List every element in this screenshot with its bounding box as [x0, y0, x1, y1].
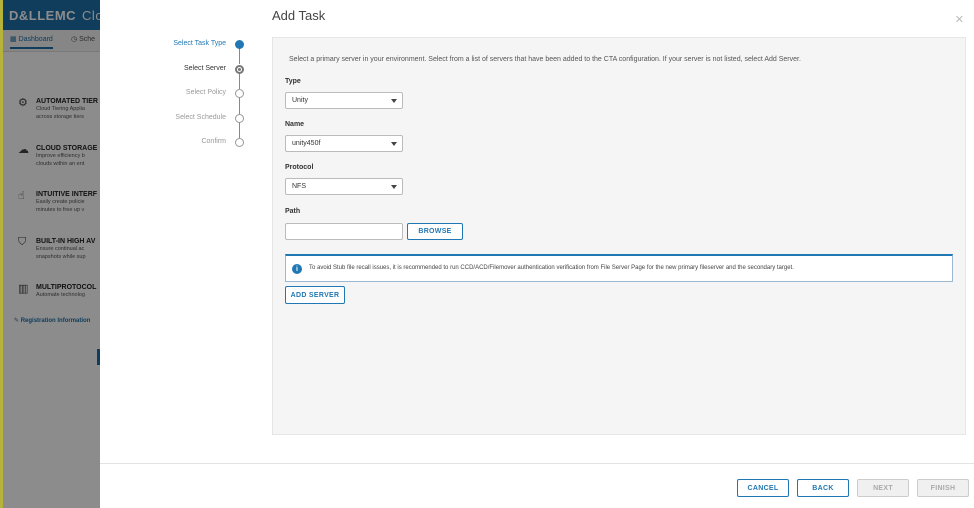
close-icon[interactable]: ✕ [955, 13, 964, 26]
name-select[interactable]: unity450f [285, 135, 403, 152]
step-connector [239, 97, 240, 114]
add-server-button[interactable]: ADD SERVER [285, 286, 345, 304]
type-select[interactable]: Unity [285, 92, 403, 109]
step-active-indicator [235, 65, 244, 74]
intro-text: Select a primary server in your environm… [289, 56, 801, 63]
step-pending-indicator [235, 138, 244, 147]
protocol-select[interactable]: NFS [285, 178, 403, 195]
footer-divider [100, 463, 974, 464]
info-icon: i [292, 264, 302, 274]
info-text: To avoid Stub file recall issues, it is … [309, 265, 794, 271]
step-pending-indicator [235, 114, 244, 123]
cancel-button[interactable]: CANCEL [737, 479, 789, 497]
protocol-label: Protocol [285, 164, 314, 171]
path-label: Path [285, 208, 301, 215]
step-current-indicator [235, 40, 244, 49]
back-button[interactable]: BACK [797, 479, 849, 497]
modal-title: Add Task [272, 8, 326, 23]
next-button[interactable]: NEXT [857, 479, 909, 497]
chevron-down-icon [391, 142, 397, 146]
step-pending-indicator [235, 89, 244, 98]
type-label: Type [285, 78, 301, 85]
select-server-panel: Select a primary server in your environm… [272, 37, 966, 435]
window-edge [0, 0, 3, 508]
add-task-modal: Add Task ✕ Select Task Type Select Serve… [100, 0, 974, 508]
step-connector [239, 73, 240, 89]
name-label: Name [285, 121, 305, 128]
step-connector [239, 122, 240, 138]
path-input[interactable] [285, 223, 403, 240]
browse-button[interactable]: BROWSE [407, 223, 463, 240]
chevron-down-icon [391, 99, 397, 103]
chevron-down-icon [391, 185, 397, 189]
step-connector [239, 48, 240, 64]
finish-button[interactable]: FINISH [917, 479, 969, 497]
info-alert: i To avoid Stub file recall issues, it i… [285, 254, 953, 282]
